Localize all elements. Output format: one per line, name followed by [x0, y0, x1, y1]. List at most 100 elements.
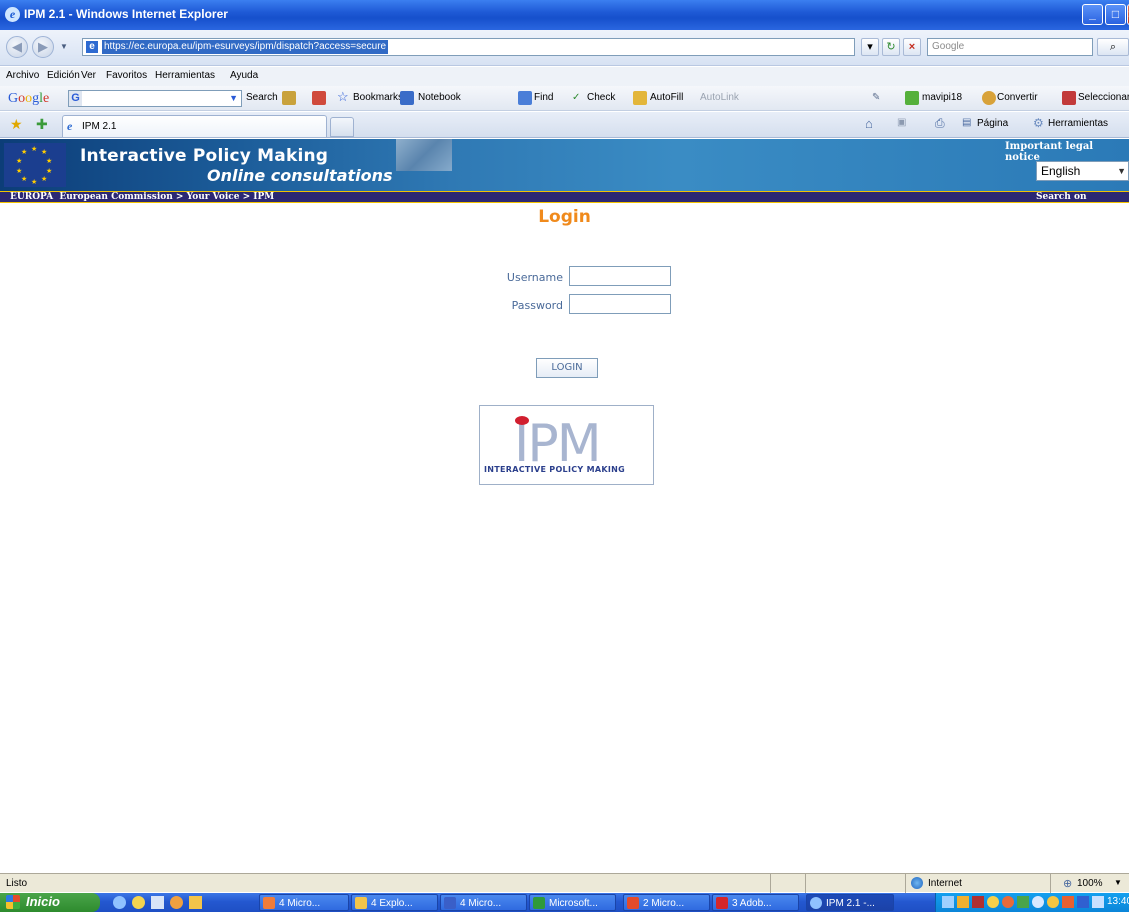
tray-app-icon[interactable] [987, 896, 999, 908]
check-button[interactable]: Check [587, 92, 615, 103]
password-label: Password [511, 299, 563, 312]
word-icon [444, 897, 456, 909]
tray-app-icon[interactable] [1017, 896, 1029, 908]
language-value: English [1041, 164, 1081, 178]
address-toolbar: ◀ ▶ ▼ e https://ec.europa.eu/ipm-esurvey… [0, 30, 1129, 66]
maximize-button[interactable]: □ [1105, 4, 1126, 25]
language-select[interactable]: English ▼ [1036, 161, 1129, 181]
page-icon: e [86, 41, 98, 53]
taskbar-item[interactable]: Microsoft... [529, 894, 616, 911]
taskbar-item[interactable]: 2 Micro... [623, 894, 710, 911]
quick-launch-firefox-icon[interactable] [132, 896, 145, 909]
quick-launch-folder-icon[interactable] [189, 896, 202, 909]
page-menu-icon: ▤ [962, 117, 972, 128]
minimize-button[interactable]: _ [1082, 4, 1103, 25]
autofill-button[interactable]: AutoFill [650, 92, 683, 103]
ie-icon [810, 897, 822, 909]
start-button[interactable]: Inicio [0, 893, 100, 912]
tray-app-icon[interactable] [1047, 896, 1059, 908]
tab-bar: ★ ✚ e IPM 2.1 ⌂ ▣ ⎙ ▤ Página ⚙ Herramien… [0, 112, 1129, 138]
quick-launch-ie-icon[interactable] [113, 896, 126, 909]
google-toolbar: Google G ▼ Search ☆ Bookmarks Notebook F… [0, 86, 1129, 111]
history-dropdown-icon[interactable]: ▼ [60, 42, 68, 51]
tray-app-icon[interactable] [1002, 896, 1014, 908]
back-button[interactable]: ◀ [6, 36, 28, 58]
favorites-star-icon[interactable]: ★ [10, 116, 23, 133]
bookmarks-button[interactable]: Bookmarks [353, 92, 403, 103]
search-button[interactable]: Search [246, 92, 278, 103]
menu-bar: Archivo Edición Ver Favoritos Herramient… [0, 67, 1129, 86]
taskbar-item[interactable]: 4 Explo... [351, 894, 438, 911]
taskbar-item-active[interactable]: IPM 2.1 -... [806, 894, 894, 911]
zoom-level[interactable]: 100% [1077, 878, 1103, 889]
username-field[interactable] [569, 266, 671, 286]
tray-app-icon[interactable] [1062, 896, 1074, 908]
status-text: Listo [6, 878, 28, 889]
extension-icon[interactable] [282, 91, 296, 105]
search-input[interactable]: Google [927, 38, 1093, 56]
clock[interactable]: 13:40 [1107, 896, 1129, 907]
login-button[interactable]: LOGIN [536, 358, 598, 378]
wrench-icon[interactable]: ✎ [872, 92, 880, 103]
tools-gear-icon: ⚙ [1033, 116, 1044, 130]
new-tab-button[interactable] [330, 117, 354, 137]
breadcrumb[interactable]: EUROPA European Commission > Your Voice … [10, 192, 274, 203]
site-subtitle: Online consultations [207, 166, 393, 185]
print-icon[interactable]: ⎙ [935, 116, 945, 131]
taskbar-item[interactable]: 3 Adob... [712, 894, 799, 911]
tray-app-icon[interactable] [1032, 896, 1044, 908]
home-icon[interactable]: ⌂ [865, 116, 873, 131]
status-divider [905, 874, 906, 893]
legal-notice-link[interactable]: Important legal notice [1005, 141, 1129, 163]
autolink-button[interactable]: AutoLink [700, 92, 739, 103]
address-bar[interactable]: e https://ec.europa.eu/ipm-esurveys/ipm/… [82, 38, 855, 56]
find-button[interactable]: Find [534, 92, 553, 103]
page-menu-button[interactable]: Página [977, 118, 1008, 129]
search-dropdown-icon[interactable]: ▼ [229, 93, 238, 103]
select-button[interactable]: Seleccionar [1078, 92, 1129, 103]
menu-favoritos[interactable]: Favoritos [106, 70, 147, 81]
menu-edicion[interactable]: Edición [47, 70, 80, 81]
tray-app-icon[interactable] [972, 896, 984, 908]
notebook-button[interactable]: Notebook [418, 92, 461, 103]
search-icon[interactable]: ⌕ [1097, 38, 1129, 56]
quick-launch-media-icon[interactable] [170, 896, 183, 909]
notebook-icon [400, 91, 414, 105]
chevron-down-icon: ▼ [1117, 166, 1126, 176]
find-icon [518, 91, 532, 105]
menu-herramientas[interactable]: Herramientas [155, 70, 215, 81]
taskbar-item[interactable]: 4 Micro... [259, 894, 349, 911]
forward-button[interactable]: ▶ [32, 36, 54, 58]
google-logo: Google [8, 91, 50, 106]
tools-menu-button[interactable]: Herramientas [1048, 118, 1108, 129]
stop-icon[interactable]: × [903, 38, 921, 56]
tray-volume-icon[interactable] [1092, 896, 1104, 908]
convert-button[interactable]: Convertir [997, 92, 1038, 103]
star-icon[interactable]: ☆ [337, 89, 349, 105]
address-url: https://ec.europa.eu/ipm-esurveys/ipm/di… [102, 40, 389, 54]
tray-app-icon[interactable] [957, 896, 969, 908]
taskbar-item-label: 2 Micro... [643, 898, 685, 909]
taskbar-item[interactable]: 4 Micro... [440, 894, 527, 911]
tab-page-icon: e [67, 119, 73, 133]
address-dropdown-icon[interactable]: ▾ [861, 38, 879, 56]
zone-label: Internet [928, 878, 962, 889]
menu-ver[interactable]: Ver [81, 70, 96, 81]
quick-launch-desktop-icon[interactable] [151, 896, 164, 909]
google-search-box[interactable]: G ▼ [68, 90, 242, 107]
tray-network-icon[interactable] [942, 896, 954, 908]
menu-archivo[interactable]: Archivo [6, 70, 39, 81]
tab-ipm[interactable]: e IPM 2.1 [62, 115, 327, 137]
taskbar-item-label: Microsoft... [549, 898, 598, 909]
refresh-icon[interactable]: ↻ [882, 38, 900, 56]
user-button[interactable]: mavipi18 [922, 92, 962, 103]
password-field[interactable] [569, 294, 671, 314]
zoom-dropdown-icon[interactable]: ▼ [1114, 878, 1122, 887]
taskbar-item-label: IPM 2.1 -... [826, 898, 875, 909]
feeds-icon[interactable]: ▣ [897, 117, 906, 128]
menu-ayuda[interactable]: Ayuda [230, 70, 258, 81]
tray-app-icon[interactable] [1077, 896, 1089, 908]
taskbar-item-label: 4 Explo... [371, 898, 413, 909]
popup-blocker-icon[interactable] [312, 91, 326, 105]
add-favorites-icon[interactable]: ✚ [36, 116, 48, 133]
